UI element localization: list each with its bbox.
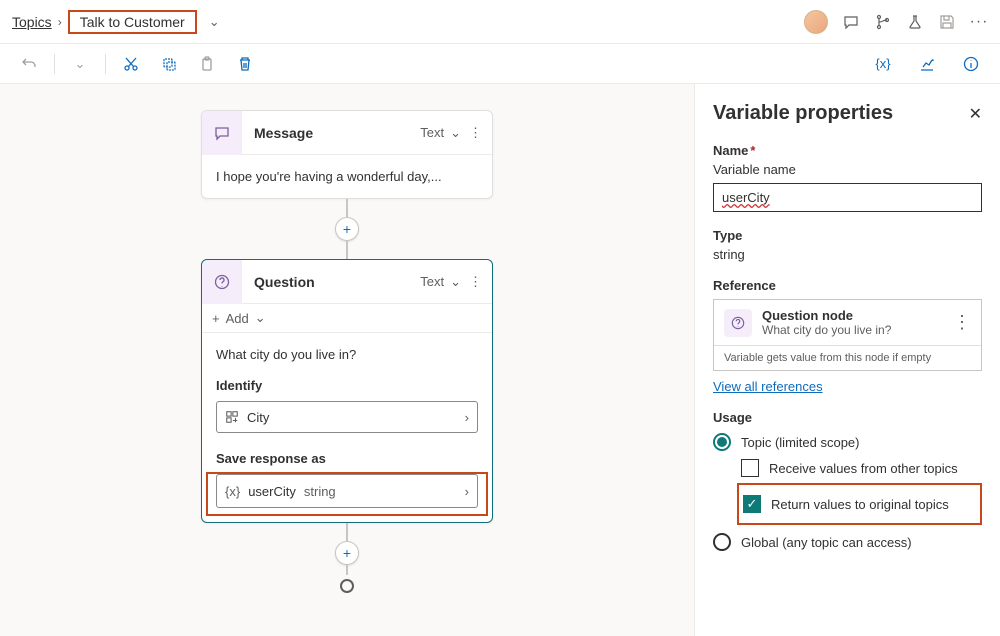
receive-checkbox-row[interactable]: Receive values from other topics <box>741 459 982 477</box>
question-node[interactable]: Question Text ⌄ ⋮ + Add ⌄ What city do y… <box>201 259 493 523</box>
name-label: Name* <box>713 143 982 158</box>
type-label: Type <box>713 228 982 243</box>
breadcrumb: Topics › Talk to Customer ⌄ <box>12 10 220 34</box>
usage-label: Usage <box>713 410 982 425</box>
node-title: Question <box>242 274 420 290</box>
paste-button[interactable] <box>190 48 224 80</box>
reference-meta: Variable gets value from this node if em… <box>714 345 981 370</box>
workspace: Message Text ⌄ ⋮ I hope you're having a … <box>0 84 1000 636</box>
breadcrumb-root[interactable]: Topics <box>12 14 52 30</box>
undo-button[interactable] <box>12 48 46 80</box>
chevron-right-icon: › <box>465 484 469 499</box>
identify-label: Identify <box>202 372 492 399</box>
usage-topic-radio[interactable]: Topic (limited scope) <box>713 433 982 451</box>
message-node[interactable]: Message Text ⌄ ⋮ I hope you're having a … <box>201 110 493 199</box>
question-icon <box>202 260 242 304</box>
radio-label: Global (any topic can access) <box>741 535 912 550</box>
return-checkbox-row[interactable]: ✓ Return values to original topics <box>743 495 976 513</box>
chevron-down-icon[interactable]: ⌄ <box>446 274 465 290</box>
connector <box>346 199 348 217</box>
more-icon[interactable]: ⋮ <box>467 125 484 141</box>
app-header: Topics › Talk to Customer ⌄ ··· <box>0 0 1000 44</box>
delete-button[interactable] <box>228 48 262 80</box>
more-icon[interactable]: ⋮ <box>467 274 484 290</box>
analytics-icon[interactable] <box>910 48 944 80</box>
variable-name: userCity <box>248 484 296 499</box>
chevron-down-icon: ⌄ <box>255 310 266 326</box>
name-field[interactable]: userCity <box>713 183 982 212</box>
entity-icon <box>225 410 239 424</box>
chevron-down-icon[interactable]: ⌄ <box>446 125 465 141</box>
question-icon <box>724 309 752 337</box>
name-sublabel: Variable name <box>713 162 982 177</box>
connector <box>346 565 348 575</box>
radio-label: Topic (limited scope) <box>741 435 860 450</box>
usage-global-radio[interactable]: Global (any topic can access) <box>713 533 982 551</box>
breadcrumb-current[interactable]: Talk to Customer <box>68 10 197 34</box>
copy-button[interactable] <box>152 48 186 80</box>
separator <box>54 54 55 74</box>
format-label[interactable]: Text <box>420 274 444 289</box>
chevron-down-icon[interactable]: ⌄ <box>209 14 220 30</box>
variable-type: string <box>304 484 336 499</box>
connector <box>346 241 348 259</box>
save-highlight: {x} userCity string › <box>206 472 488 516</box>
checkbox-icon: ✓ <box>743 495 761 513</box>
format-label[interactable]: Text <box>420 125 444 140</box>
radio-icon <box>713 533 731 551</box>
return-highlight: ✓ Return values to original topics <box>737 483 982 525</box>
info-icon[interactable] <box>954 48 988 80</box>
chevron-down-button[interactable]: ⌄ <box>63 48 97 80</box>
more-icon[interactable]: ··· <box>970 13 988 31</box>
separator <box>105 54 106 74</box>
variable-icon: {x} <box>225 484 240 499</box>
avatar[interactable] <box>804 10 828 34</box>
header-actions: ··· <box>804 10 988 34</box>
save-variable-picker[interactable]: {x} userCity string › <box>216 474 478 508</box>
message-body[interactable]: I hope you're having a wonderful day,... <box>202 155 492 198</box>
reference-sub: What city do you live in? <box>762 323 891 337</box>
identify-value: City <box>247 410 269 425</box>
reference-title: Question node <box>762 308 891 323</box>
reference-label: Reference <box>713 278 982 293</box>
reference-box[interactable]: Question node What city do you live in? … <box>713 299 982 371</box>
panel-title: Variable properties <box>713 102 893 125</box>
node-title: Message <box>242 125 420 141</box>
type-value: string <box>713 247 982 262</box>
variable-icon[interactable]: {x} <box>866 48 900 80</box>
connector <box>346 523 348 541</box>
cut-button[interactable] <box>114 48 148 80</box>
question-prompt[interactable]: What city do you live in? <box>202 333 492 372</box>
canvas[interactable]: Message Text ⌄ ⋮ I hope you're having a … <box>0 84 694 636</box>
chevron-right-icon: › <box>465 410 469 425</box>
message-icon <box>202 111 242 155</box>
save-label: Save response as <box>202 445 492 472</box>
save-icon[interactable] <box>938 13 956 31</box>
checkbox-label: Return values to original topics <box>771 497 949 512</box>
add-bar[interactable]: + Add ⌄ <box>202 304 492 333</box>
chevron-right-icon: › <box>58 15 62 29</box>
checkbox-icon <box>741 459 759 477</box>
checkbox-label: Receive values from other topics <box>769 461 958 476</box>
more-icon[interactable]: ⋮ <box>953 318 971 327</box>
beaker-icon[interactable] <box>906 13 924 31</box>
close-icon[interactable]: ✕ <box>969 104 982 124</box>
variable-properties-panel: Variable properties ✕ Name* Variable nam… <box>694 84 1000 636</box>
branch-icon[interactable] <box>874 13 892 31</box>
toolbar: ⌄ {x} <box>0 44 1000 84</box>
view-all-link[interactable]: View all references <box>713 379 823 394</box>
add-node-button[interactable]: + <box>335 217 359 241</box>
add-node-button[interactable]: + <box>335 541 359 565</box>
add-label: Add <box>226 311 249 326</box>
plus-icon: + <box>212 311 220 326</box>
end-node[interactable] <box>340 579 354 593</box>
identify-picker[interactable]: City › <box>216 401 478 433</box>
radio-icon <box>713 433 731 451</box>
chat-icon[interactable] <box>842 13 860 31</box>
